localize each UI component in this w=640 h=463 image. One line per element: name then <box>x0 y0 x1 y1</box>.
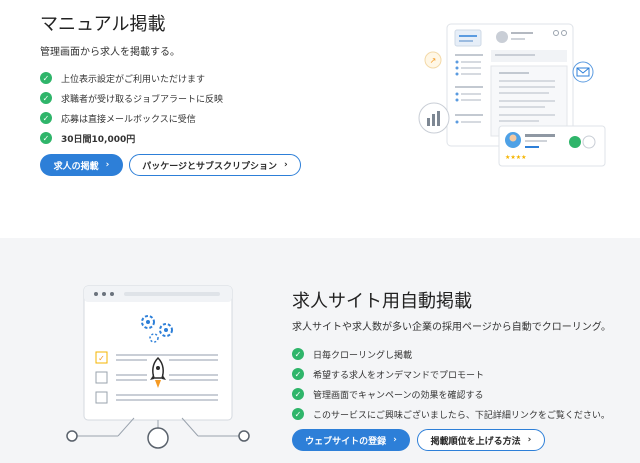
manual-posting-subtitle: 管理画面から求人を掲載する。 <box>40 47 180 58</box>
check-circle-icon: ✓ <box>40 72 52 84</box>
check-circle-icon: ✓ <box>292 368 304 380</box>
feature-item: ✓ 希望する求人をオンデマンドでプロモート <box>292 364 610 384</box>
ranking-method-button[interactable]: 掲載順位を上げる方法 › <box>417 429 545 451</box>
post-job-button[interactable]: 求人の掲載 › <box>40 154 123 176</box>
feature-text-price: 30日間10,000円 <box>61 134 136 145</box>
feature-text: 希望する求人をオンデマンドでプロモート <box>313 370 485 381</box>
crawl-feature-list: ✓ 日毎クローリングし掲載 ✓ 希望する求人をオンデマンドでプロモート ✓ 管理… <box>292 344 610 424</box>
feature-text: 上位表示設定がご利用いただけます <box>61 74 206 85</box>
check-circle-icon: ✓ <box>40 112 52 124</box>
check-circle-icon: ✓ <box>40 132 52 144</box>
check-circle-icon: ✓ <box>292 408 304 420</box>
chevron-right-icon: › <box>393 435 397 445</box>
feature-text: 応募は直接メールボックスに受信 <box>61 114 196 125</box>
feature-item: ✓ 応募は直接メールボックスに受信 <box>40 108 223 128</box>
feature-item: ✓ 求職者が受け取るジョブアラートに反映 <box>40 88 223 108</box>
dashboard-illustration: ↗ ★★★★ <box>418 23 606 167</box>
feature-item: ✓ 30日間10,000円 <box>40 128 223 148</box>
feature-item: ✓ 上位表示設定がご利用いただけます <box>40 68 223 88</box>
chevron-right-icon: › <box>105 160 110 170</box>
feature-text: 求職者が受け取るジョブアラートに反映 <box>61 94 224 105</box>
chevron-right-icon: › <box>284 160 288 170</box>
feature-text: このサービスにご興味ございましたら、下記詳細リンクをご覧ください。 <box>313 410 610 421</box>
auto-crawl-subtitle: 求人サイトや求人数が多い企業の採用ページから自動でクローリング。 <box>292 322 611 333</box>
auto-crawl-title: 求人サイト用自動掲載 <box>292 291 472 312</box>
packages-subscriptions-button[interactable]: パッケージとサブスクリプション › <box>129 154 301 176</box>
check-circle-icon: ✓ <box>292 348 304 360</box>
svg-text:↗: ↗ <box>430 56 437 65</box>
register-website-button-label: ウェブサイトの登録 <box>305 436 387 447</box>
ranking-method-button-label: 掲載順位を上げる方法 <box>430 436 521 447</box>
manual-feature-list: ✓ 上位表示設定がご利用いただけます ✓ 求職者が受け取るジョブアラートに反映 … <box>40 68 223 148</box>
feature-item: ✓ このサービスにご興味ございましたら、下記詳細リンクをご覧ください。 <box>292 404 610 424</box>
manual-posting-title: マニュアル掲載 <box>40 14 166 35</box>
chevron-right-icon: › <box>527 435 532 445</box>
feature-text: 日毎クローリングし掲載 <box>313 350 413 361</box>
feature-text: 管理画面でキャンペーンの効果を確認する <box>313 390 484 401</box>
crawl-illustration: ✓ <box>66 285 250 449</box>
feature-item: ✓ 管理画面でキャンペーンの効果を確認する <box>292 384 610 404</box>
check-circle-icon: ✓ <box>292 388 304 400</box>
svg-text:★★★★: ★★★★ <box>505 154 527 161</box>
register-website-button[interactable]: ウェブサイトの登録 › <box>292 429 410 451</box>
svg-text:✓: ✓ <box>98 354 105 363</box>
manual-posting-section: マニュアル掲載 管理画面から求人を掲載する。 ✓ 上位表示設定がご利用いただけま… <box>0 0 640 238</box>
check-circle-icon: ✓ <box>40 92 52 104</box>
packages-button-label: パッケージとサブスクリプション <box>142 161 278 172</box>
post-job-button-label: 求人の掲載 <box>53 161 99 172</box>
feature-item: ✓ 日毎クローリングし掲載 <box>292 344 610 364</box>
